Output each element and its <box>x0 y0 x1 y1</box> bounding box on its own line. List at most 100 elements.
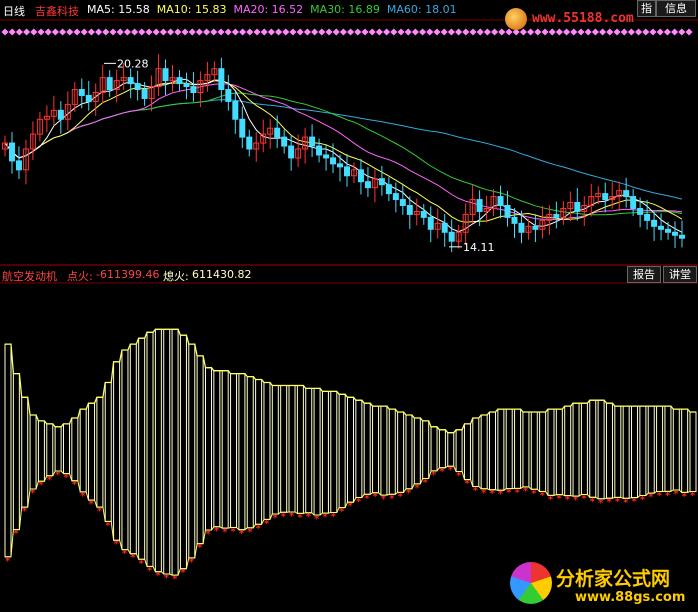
ignite-star: * <box>498 489 504 500</box>
candle-body <box>441 222 448 233</box>
ignite-star: * <box>364 493 370 504</box>
candle-body <box>399 199 406 206</box>
indicator-bar <box>438 429 446 469</box>
top-watermark-logo <box>505 8 527 30</box>
indicator-name: 航空发动机 <box>2 270 57 283</box>
indicator-bar <box>413 417 421 485</box>
candle-body <box>623 190 630 198</box>
signal-diamond <box>620 28 628 36</box>
signal-diamond <box>102 28 110 36</box>
ignite-value: -611399.46 <box>96 268 160 281</box>
indicator-bar <box>355 399 363 498</box>
signal-diamond <box>239 28 247 36</box>
ignite-star: * <box>331 511 337 522</box>
signal-diamond <box>469 28 477 36</box>
indicator-bar <box>330 390 338 513</box>
info-button[interactable]: 信息 <box>656 0 696 17</box>
ignite-star: * <box>164 573 170 584</box>
candle-body <box>476 199 483 212</box>
ignite-star: * <box>197 543 203 554</box>
candle-body <box>225 89 232 102</box>
indicator-bar <box>204 367 212 531</box>
ignite-star: * <box>648 492 654 503</box>
signal-diamond <box>519 28 527 36</box>
ignite-star: * <box>356 496 362 507</box>
ignite-star: * <box>130 553 136 564</box>
ignite-star: * <box>464 479 470 490</box>
indicator-bar <box>580 402 588 495</box>
candle-body <box>330 157 337 165</box>
candle-body <box>316 145 323 156</box>
ignite-star: * <box>272 513 278 524</box>
ignite-star: * <box>389 493 395 504</box>
signal-diamond <box>303 28 311 36</box>
ignite-star: * <box>456 470 462 481</box>
ignite-star: * <box>289 511 295 522</box>
ignite-star: * <box>189 557 195 568</box>
indicator-bar <box>622 405 630 499</box>
signal-diamond <box>44 28 52 36</box>
guide-button[interactable]: 指 <box>637 0 656 17</box>
indicator-bar <box>430 426 438 472</box>
signal-diamond <box>231 28 239 36</box>
ignite-star: * <box>89 499 95 510</box>
candle-body <box>134 83 141 91</box>
ignite-star: * <box>598 498 604 509</box>
candle-body <box>176 77 183 85</box>
indicator-bar <box>54 426 62 472</box>
candle-body <box>337 163 344 168</box>
ignite-star: * <box>565 495 571 506</box>
candle-body <box>190 86 197 94</box>
signal-diamond <box>685 28 693 36</box>
high-annotation: 20.28 <box>117 57 149 70</box>
stock-name: 吉鑫科技 <box>35 5 79 18</box>
indicator-bar <box>288 384 296 513</box>
indicator-bar <box>88 402 96 501</box>
ignite-star: * <box>38 480 44 491</box>
ignite-star: * <box>623 497 629 508</box>
ignite-star: * <box>490 489 496 500</box>
ignite-star: * <box>406 488 412 499</box>
ignite-star: * <box>606 497 612 508</box>
signal-diamond <box>195 28 203 36</box>
indicator-bar <box>121 349 129 551</box>
signal-diamond <box>339 28 347 36</box>
indicator-bar <box>555 408 563 496</box>
top-watermark-url: www.55188.com <box>532 11 634 26</box>
signal-diamond <box>174 28 182 36</box>
ignite-star: * <box>105 520 111 531</box>
ignite-star: * <box>632 497 638 508</box>
signal-diamond <box>534 28 542 36</box>
candle-body <box>57 109 64 120</box>
candle-body <box>288 145 295 159</box>
signal-diamond <box>289 28 297 36</box>
indicator-bar <box>672 408 680 491</box>
signal-diamond <box>498 28 506 36</box>
indicator-bar <box>96 396 104 508</box>
ignite-star: * <box>657 490 663 501</box>
lecture-button[interactable]: 讲堂 <box>663 266 697 283</box>
signal-diamond <box>131 28 139 36</box>
candle-body <box>630 196 637 209</box>
indicator-bar <box>530 411 538 490</box>
indicator-bar <box>472 417 480 487</box>
indicator-bar <box>397 411 405 493</box>
signal-diamond <box>455 28 463 36</box>
indicator-bar <box>363 402 371 495</box>
signal-diamond <box>51 28 59 36</box>
signal-diamond <box>426 28 434 36</box>
indicator-bar <box>564 405 572 497</box>
report-button[interactable]: 报告 <box>627 266 661 283</box>
ignite-star: * <box>306 512 312 523</box>
indicator-bar <box>656 405 664 492</box>
indicator-bar <box>129 343 137 555</box>
indicator-bar <box>246 376 254 529</box>
indicator-bar <box>338 393 346 509</box>
ignite-star: * <box>47 475 53 486</box>
period-label[interactable]: 日线 <box>3 3 25 19</box>
indicator-bar <box>589 399 597 498</box>
ma-legend-item: MA60: 18.01 <box>387 3 457 16</box>
signal-diamond <box>411 28 419 36</box>
signal-diamond <box>649 28 657 36</box>
indicator-bar <box>347 396 354 503</box>
